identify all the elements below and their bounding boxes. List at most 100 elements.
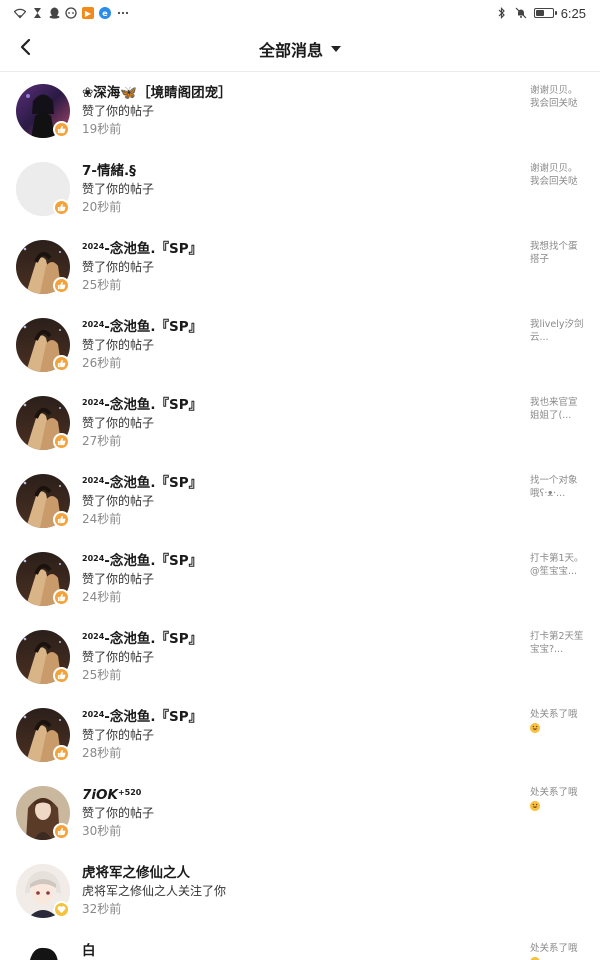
post-preview[interactable]: 找一个对象哦ʕ·ᴥ·... xyxy=(530,474,586,500)
chat-icon xyxy=(65,7,77,19)
avatar-wrap[interactable] xyxy=(16,786,70,840)
post-preview[interactable]: 我想找个蛋搭子 xyxy=(530,240,586,266)
action-text: 赞了你的帖子 xyxy=(82,104,155,118)
post-preview[interactable]: 我lively汐剑云... xyxy=(530,318,586,344)
message-row[interactable]: 2024-念池鱼.『SP』 赞了你的帖子 26秒前 我lively汐剑云... xyxy=(0,306,600,384)
message-row[interactable]: 2024-念池鱼.『SP』 赞了你的帖子 24秒前 打卡第1天。@笙宝宝... xyxy=(0,540,600,618)
avatar-wrap[interactable] xyxy=(16,942,70,960)
post-preview[interactable]: 处关系了哦 xyxy=(530,942,586,960)
avatar-wrap[interactable] xyxy=(16,240,70,294)
user-name-text: ❀深海🦋［境睛阁团宠］ xyxy=(82,85,232,101)
message-row[interactable]: 7-情緒.§ 赞了你的帖子 20秒前 谢谢贝贝。我会回关哒 xyxy=(0,150,600,228)
avatar-wrap[interactable] xyxy=(16,162,70,216)
thumbs-up-badge-icon xyxy=(53,277,70,294)
avatar-wrap[interactable] xyxy=(16,708,70,762)
avatar-wrap[interactable] xyxy=(16,318,70,372)
user-name[interactable]: 2024-念池鱼.『SP』 xyxy=(82,240,512,258)
user-name[interactable]: 2024-念池鱼.『SP』 xyxy=(82,630,512,648)
message-row[interactable]: 7iOK+520 赞了你的帖子 30秒前 处关系了哦 xyxy=(0,774,600,852)
name-prefix: 2024 xyxy=(82,710,105,719)
post-preview[interactable]: 处关系了哦 xyxy=(530,708,586,734)
action-text: 赞了你的帖子 xyxy=(82,338,155,352)
post-preview[interactable]: 我也来官宣姐姐了(... xyxy=(530,396,586,422)
message-list: ❀深海🦋［境睛阁团宠］ 赞了你的帖子 19秒前 谢谢贝贝。我会回关哒 7-情緒.§ 赞了你… xyxy=(0,72,600,960)
thumbs-up-badge-icon xyxy=(53,511,70,528)
action-text: 赞了你的帖子 xyxy=(82,806,155,820)
avatar-wrap[interactable] xyxy=(16,864,70,918)
thumbs-up-badge-icon xyxy=(53,433,70,450)
message-text: 7-情緒.§ 赞了你的帖子 20秒前 xyxy=(82,162,512,216)
user-name-text: 念池鱼.『SP』 xyxy=(109,709,203,725)
status-left-icons: ▶ e xyxy=(14,7,130,19)
post-preview[interactable]: 处关系了哦 xyxy=(530,786,586,812)
message-row[interactable]: 2024-念池鱼.『SP』 赞了你的帖子 25秒前 打卡第2天笙宝宝?... xyxy=(0,618,600,696)
user-name[interactable]: 7-情緒.§ xyxy=(82,162,512,180)
user-name[interactable]: 白 xyxy=(82,942,512,960)
avatar-wrap[interactable] xyxy=(16,630,70,684)
post-preview[interactable]: 谢谢贝贝。我会回关哒 xyxy=(530,84,586,110)
user-name[interactable]: 2024-念池鱼.『SP』 xyxy=(82,318,512,336)
timestamp: 30秒前 xyxy=(82,824,122,838)
post-preview-text: 谢谢贝贝。我会回关哒 xyxy=(530,163,578,187)
post-preview-text: 打卡第1天。@笙宝宝... xyxy=(530,553,584,577)
grin-emoji-icon xyxy=(530,722,540,733)
name-prefix: 2024 xyxy=(82,398,105,407)
message-row[interactable]: 2024-念池鱼.『SP』 赞了你的帖子 24秒前 找一个对象哦ʕ·ᴥ·... xyxy=(0,462,600,540)
thumbs-up-badge-icon xyxy=(53,667,70,684)
back-button[interactable] xyxy=(10,34,40,64)
status-right-icons: 6:25 xyxy=(496,6,586,21)
name-suffix: +520 xyxy=(117,788,142,797)
action-text: 赞了你的帖子 xyxy=(82,494,155,508)
bluetooth-icon xyxy=(496,7,508,19)
grin-emoji-icon xyxy=(530,956,540,960)
user-name[interactable]: 2024-念池鱼.『SP』 xyxy=(82,708,512,726)
avatar-wrap[interactable] xyxy=(16,396,70,450)
user-name-text: 念池鱼.『SP』 xyxy=(109,241,203,257)
action-text: 赞了你的帖子 xyxy=(82,416,155,430)
user-name[interactable]: 7iOK+520 xyxy=(82,786,512,804)
avatar-wrap[interactable] xyxy=(16,84,70,138)
user-name-text: 7iOK xyxy=(82,787,118,803)
message-text: 2024-念池鱼.『SP』 赞了你的帖子 25秒前 xyxy=(82,240,512,294)
user-name[interactable]: ❀深海🦋［境睛阁团宠］ xyxy=(82,84,512,102)
wifi-icon xyxy=(14,7,26,19)
timestamp: 24秒前 xyxy=(82,590,122,604)
post-preview[interactable]: 打卡第2天笙宝宝?... xyxy=(530,630,586,656)
user-name[interactable]: 虎将军之修仙之人 xyxy=(82,864,512,882)
battery-icon xyxy=(533,8,557,18)
timestamp: 27秒前 xyxy=(82,434,122,448)
app-blue-icon: e xyxy=(99,7,111,19)
message-row[interactable]: 2024-念池鱼.『SP』赞了你的帖子 27秒前 我也来官宣姐姐了(... xyxy=(0,384,600,462)
battery-fill xyxy=(535,10,544,16)
message-row[interactable]: ❀深海🦋［境睛阁团宠］ 赞了你的帖子 19秒前 谢谢贝贝。我会回关哒 xyxy=(0,72,600,150)
message-row[interactable]: 虎将军之修仙之人 虎将军之修仙之人关注了你 32秒前 xyxy=(0,852,600,930)
header: 全部消息 xyxy=(0,26,600,72)
clock: 6:25 xyxy=(560,5,586,21)
user-name-text: 念池鱼.『SP』 xyxy=(109,631,203,647)
message-text: 2024-念池鱼.『SP』 赞了你的帖子 26秒前 xyxy=(82,318,512,372)
qq-icon xyxy=(48,7,60,19)
avatar[interactable] xyxy=(16,942,70,960)
thumbs-up-badge-icon xyxy=(53,745,70,762)
avatar-wrap[interactable] xyxy=(16,552,70,606)
user-name[interactable]: 2024-念池鱼.『SP』 xyxy=(82,396,512,414)
post-preview[interactable]: 打卡第1天。@笙宝宝... xyxy=(530,552,586,578)
user-name[interactable]: 2024-念池鱼.『SP』 xyxy=(82,474,512,492)
message-filter-dropdown[interactable]: 全部消息 xyxy=(259,37,341,61)
post-preview[interactable]: 谢谢贝贝。我会回关哒 xyxy=(530,162,586,188)
caret-down-icon xyxy=(331,45,341,52)
timestamp: 19秒前 xyxy=(82,122,122,136)
user-name-text: 念池鱼.『SP』 xyxy=(109,553,203,569)
timestamp: 28秒前 xyxy=(82,746,122,760)
message-row[interactable]: 2024-念池鱼.『SP』 赞了你的帖子 25秒前 我想找个蛋搭子 xyxy=(0,228,600,306)
thumbs-up-badge-icon xyxy=(53,199,70,216)
message-row[interactable]: 2024-念池鱼.『SP』 赞了你的帖子 28秒前 处关系了哦 xyxy=(0,696,600,774)
user-name[interactable]: 2024-念池鱼.『SP』 xyxy=(82,552,512,570)
message-text: 2024-念池鱼.『SP』 赞了你的帖子 24秒前 xyxy=(82,552,512,606)
avatar-wrap[interactable] xyxy=(16,474,70,528)
timestamp: 20秒前 xyxy=(82,200,122,214)
message-row[interactable]: 白 处关系了哦 xyxy=(0,930,600,960)
page-title: 全部消息 xyxy=(258,40,323,60)
more-dots-icon xyxy=(116,7,130,19)
name-prefix: 2024 xyxy=(82,632,105,641)
